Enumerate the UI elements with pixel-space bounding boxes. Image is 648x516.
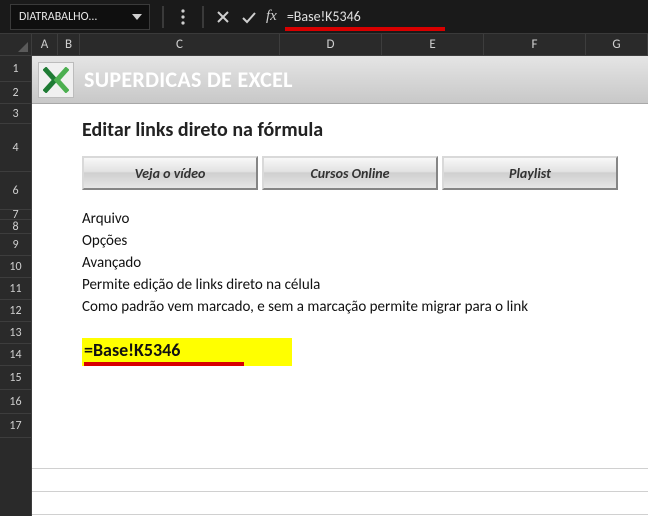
col-header-d[interactable]: D <box>280 34 382 55</box>
col-header-b[interactable]: B <box>58 34 80 55</box>
separator <box>162 6 164 28</box>
more-icon[interactable] <box>171 5 195 29</box>
name-box-value: DIATRABALHO... <box>19 10 97 24</box>
col-header-f[interactable]: F <box>484 34 586 55</box>
section-title: Editar links direto na fórmula <box>32 104 648 156</box>
fx-label[interactable]: fx <box>262 8 281 25</box>
enter-icon[interactable] <box>237 5 261 29</box>
row-header[interactable]: 14 <box>0 344 31 366</box>
banner: SUPERDICAS DE EXCEL <box>32 56 648 104</box>
col-header-g[interactable]: G <box>586 34 648 55</box>
row-header[interactable]: 2 <box>0 82 31 104</box>
text-line: Como padrão vem marcado, e sem a marcaçã… <box>82 296 648 318</box>
sheet-area[interactable]: SUPERDICAS DE EXCEL Editar links direto … <box>32 56 648 516</box>
text-line: Opções <box>82 230 648 252</box>
row-header[interactable]: 11 <box>0 278 31 300</box>
row-header[interactable]: 7 <box>0 210 31 220</box>
highlighted-formula: =Base!K5346 <box>84 339 244 366</box>
cursos-button[interactable]: Cursos Online <box>262 156 438 190</box>
row-header[interactable]: 15 <box>0 366 31 390</box>
worksheet-grid: 123467891011121314151617 SUPERDICAS DE E… <box>0 56 648 516</box>
row-header[interactable]: 9 <box>0 234 31 256</box>
highlighted-cell[interactable]: =Base!K5346 <box>82 338 292 366</box>
formula-input[interactable]: =Base!K5346 <box>285 4 648 30</box>
row-header[interactable]: 3 <box>0 104 31 124</box>
formula-text: =Base!K5346 <box>287 8 361 25</box>
row-header[interactable]: 4 <box>0 124 31 172</box>
row-header[interactable]: 8 <box>0 220 31 234</box>
chevron-down-icon[interactable] <box>131 11 143 23</box>
text-line: Permite edição de links direto na célula <box>82 274 648 296</box>
text-line: Avançado <box>82 252 648 274</box>
row-headers: 123467891011121314151617 <box>0 56 32 516</box>
text-line: Arquivo <box>82 208 648 230</box>
video-button[interactable]: Veja o vídeo <box>82 156 258 190</box>
annotation-underline <box>285 27 445 31</box>
instruction-block: Arquivo Opções Avançado Permite edição d… <box>32 190 648 318</box>
row-header[interactable]: 12 <box>0 300 31 322</box>
row-header[interactable]: 1 <box>0 56 31 82</box>
row-header[interactable]: 6 <box>0 172 31 210</box>
col-header-c[interactable]: C <box>80 34 280 55</box>
col-header-e[interactable]: E <box>382 34 484 55</box>
row-header[interactable]: 17 <box>0 414 31 438</box>
cancel-icon[interactable] <box>211 5 235 29</box>
excel-logo-icon <box>38 62 74 98</box>
playlist-button[interactable]: Playlist <box>442 156 618 190</box>
button-row: Veja o vídeo Cursos Online Playlist <box>32 156 648 190</box>
name-box[interactable]: DIATRABALHO... <box>10 4 150 30</box>
row-header[interactable]: 13 <box>0 322 31 344</box>
gridlines <box>32 468 648 516</box>
row-header[interactable]: 16 <box>0 390 31 414</box>
select-all-triangle[interactable] <box>0 34 32 55</box>
row-header[interactable]: 10 <box>0 256 31 278</box>
banner-title: SUPERDICAS DE EXCEL <box>84 66 293 93</box>
column-headers: A B C D E F G <box>0 34 648 56</box>
formula-bar: DIATRABALHO... fx =Base!K5346 <box>0 0 648 34</box>
separator <box>202 6 204 28</box>
col-header-a[interactable]: A <box>32 34 58 55</box>
